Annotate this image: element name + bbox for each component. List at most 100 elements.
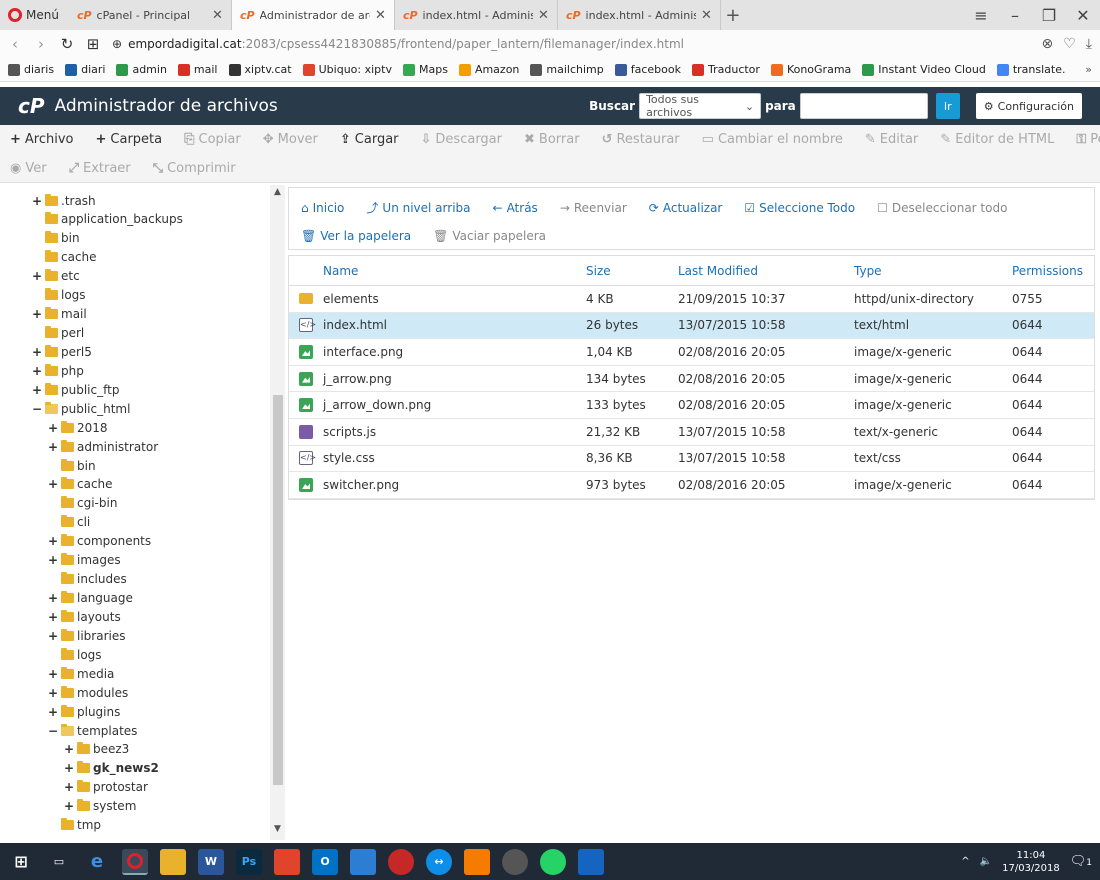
volume-icon[interactable]: 🔈 bbox=[980, 856, 992, 867]
column-header-type[interactable]: Type bbox=[854, 264, 1012, 278]
tree-item-cgi-bin[interactable]: cgi-bin bbox=[48, 494, 117, 513]
seleccione-todo-link[interactable]: ☑ Seleccione Todo bbox=[744, 199, 855, 216]
reload-icon[interactable]: ↻ bbox=[60, 35, 74, 53]
bookmarks-overflow-icon[interactable]: » bbox=[1085, 63, 1092, 76]
tree-item-2018[interactable]: +2018 bbox=[48, 418, 108, 437]
column-header-modified[interactable]: Last Modified bbox=[678, 264, 854, 278]
expand-icon[interactable]: + bbox=[64, 799, 74, 813]
expand-icon[interactable]: + bbox=[32, 269, 42, 283]
expand-icon[interactable]: + bbox=[32, 307, 42, 321]
expand-icon[interactable]: + bbox=[48, 629, 58, 643]
bookmark-xiptv-cat[interactable]: xiptv.cat bbox=[228, 63, 292, 76]
expand-icon[interactable]: + bbox=[48, 440, 58, 454]
deseleccionar-todo-link[interactable]: ☐ Deseleccionar todo bbox=[877, 199, 1007, 216]
tree-item-includes[interactable]: includes bbox=[48, 570, 127, 589]
borrar-button[interactable]: ✖ Borrar bbox=[524, 132, 580, 147]
bookmark-ubiquo-xiptv[interactable]: Ubiquo: xiptv bbox=[302, 63, 392, 76]
descargar-button[interactable]: ⇩ Descargar bbox=[421, 132, 502, 147]
whatsapp-icon[interactable] bbox=[540, 848, 566, 875]
file-row[interactable]: </> index.html 26 bytes 13/07/2015 10:58 tex… bbox=[289, 312, 1094, 340]
tab-close-icon[interactable]: ✕ bbox=[538, 8, 549, 23]
tree-item-language[interactable]: + language bbox=[48, 589, 133, 608]
notification-icon[interactable]: 🗨1 bbox=[1070, 854, 1092, 869]
file-row[interactable]: interface.png 1,04 KB 02/08/2016 20:05 imag… bbox=[289, 339, 1094, 366]
tree-item-bin[interactable]: bin bbox=[32, 229, 80, 248]
mover-button[interactable]: ✥ Mover bbox=[263, 132, 318, 147]
speed-dial-icon[interactable]: ⊞ bbox=[86, 35, 100, 53]
column-header-size[interactable]: Size bbox=[586, 264, 678, 278]
browser-tab-file-manager[interactable]: cP Administrador de archivos ✕ bbox=[231, 0, 395, 30]
actualizar-link[interactable]: ⟳ Actualizar bbox=[649, 199, 723, 216]
expand-icon[interactable]: + bbox=[48, 705, 58, 719]
expand-icon[interactable]: + bbox=[32, 194, 42, 208]
expand-icon[interactable]: + bbox=[48, 421, 58, 435]
tree-item-bin[interactable]: bin bbox=[48, 456, 96, 475]
photoshop-icon[interactable]: Ps bbox=[236, 848, 262, 875]
file-row[interactable]: j_arrow_down.png 133 bytes 02/08/2016 20:0… bbox=[289, 392, 1094, 419]
bookmark-traductor[interactable]: Traductor bbox=[692, 63, 760, 76]
collapse-icon[interactable]: − bbox=[32, 402, 42, 416]
tree-item-modules[interactable]: + modules bbox=[48, 683, 128, 702]
outlook-icon[interactable]: O bbox=[312, 848, 338, 875]
bookmark-mail[interactable]: mail bbox=[177, 63, 218, 76]
tree-item-cli[interactable]: cli bbox=[48, 513, 90, 532]
tree-item-public-ftp[interactable]: + public_ftp bbox=[32, 380, 119, 399]
app-icon[interactable] bbox=[502, 848, 528, 875]
bookmark-amazon[interactable]: Amazon bbox=[458, 63, 519, 76]
file-row[interactable]: elements 4 KB 21/09/2015 10:37 httpd/unix-d… bbox=[289, 286, 1094, 313]
tree-item-beez3[interactable]: + beez3 bbox=[64, 740, 129, 759]
column-header-name[interactable]: Name bbox=[323, 264, 586, 278]
tree-item-gk-news2[interactable]: + gk_news2 bbox=[64, 759, 159, 778]
bookmark-konograma[interactable]: KonoGrama bbox=[770, 63, 851, 76]
browser-tab-index-html-2[interactable]: cP index.html - Administrado ✕ bbox=[558, 0, 721, 30]
opera-taskbar-icon[interactable] bbox=[122, 848, 148, 875]
editor-de-html-button[interactable]: ✎ Editor de HTML bbox=[940, 132, 1054, 147]
scroll-down-icon[interactable]: ▼ bbox=[271, 824, 284, 834]
bookmark-diaris[interactable]: diaris bbox=[8, 63, 54, 76]
tree-item-templates[interactable]: − templates bbox=[48, 721, 137, 740]
copiar-button[interactable]: ⎘ Copiar bbox=[184, 132, 241, 147]
vaciar-papelera-link[interactable]: 🗑 Vaciar papelera bbox=[433, 229, 546, 243]
heart-icon[interactable]: ♡ bbox=[1063, 36, 1076, 52]
cargar-button[interactable]: ⇪ Cargar bbox=[340, 132, 399, 147]
nero-icon[interactable] bbox=[388, 848, 414, 875]
tree-item-mail[interactable]: + mail bbox=[32, 305, 87, 324]
tab-close-icon[interactable]: ✕ bbox=[375, 8, 386, 23]
tree-item-application-backups[interactable]: application_backups bbox=[32, 210, 183, 229]
tree-item-system[interactable]: + system bbox=[64, 797, 136, 816]
camera-icon[interactable] bbox=[578, 848, 604, 875]
tree-item-etc[interactable]: + etc bbox=[32, 267, 80, 286]
forward-icon[interactable]: › bbox=[34, 35, 48, 53]
tree-item-logs[interactable]: logs bbox=[48, 645, 102, 664]
teamviewer-icon[interactable]: ↔ bbox=[426, 848, 452, 875]
search-go-button[interactable]: Ir bbox=[935, 93, 960, 119]
bookmark-admin[interactable]: admin bbox=[116, 63, 167, 76]
carpeta-button[interactable]: + Carpeta bbox=[96, 132, 163, 147]
expand-icon[interactable]: + bbox=[64, 742, 74, 756]
search-input[interactable] bbox=[799, 93, 928, 119]
tree-item-php[interactable]: + php bbox=[32, 361, 84, 380]
minimize-icon[interactable]: – bbox=[998, 6, 1032, 25]
file-row[interactable]: </> style.css 8,36 KB 13/07/2015 10:58 text/… bbox=[289, 446, 1094, 473]
tree-item-public-html[interactable]: − public_html bbox=[32, 399, 130, 418]
tab-list-icon[interactable]: ≡ bbox=[964, 6, 998, 25]
scroll-up-icon[interactable]: ▲ bbox=[271, 187, 284, 197]
tree-item-administrator[interactable]: + administrator bbox=[48, 437, 158, 456]
extraer-button[interactable]: ⤢ Extraer bbox=[69, 161, 131, 176]
expand-icon[interactable]: + bbox=[48, 553, 58, 567]
edge-icon[interactable]: e bbox=[84, 849, 110, 875]
tree-item-cache[interactable]: cache bbox=[32, 248, 97, 267]
ver-button[interactable]: ◉ Ver bbox=[10, 161, 47, 176]
file-row[interactable]: j_arrow.png 134 bytes 02/08/2016 20:05 imag… bbox=[289, 366, 1094, 393]
site-info-icon[interactable]: ⊕ bbox=[112, 37, 122, 51]
collapse-icon[interactable]: − bbox=[48, 724, 58, 738]
browser-menu-button[interactable]: Menú bbox=[0, 0, 69, 30]
url-field[interactable]: ⊕ empordadigital.cat:2083/cpsess44218308… bbox=[112, 33, 1030, 55]
download-icon[interactable]: ⤓ bbox=[1086, 36, 1092, 52]
expand-icon[interactable]: + bbox=[48, 667, 58, 681]
un-nivel-arriba-link[interactable]: ⤴ Un nivel arriba bbox=[366, 199, 470, 216]
restaurar-button[interactable]: ↺ Restaurar bbox=[602, 132, 680, 147]
tree-item-components[interactable]: + components bbox=[48, 532, 151, 551]
windows-start-icon[interactable]: ⊞ bbox=[8, 849, 34, 875]
search-scope-select[interactable]: Todos sus archivos ⌄ bbox=[639, 93, 762, 119]
